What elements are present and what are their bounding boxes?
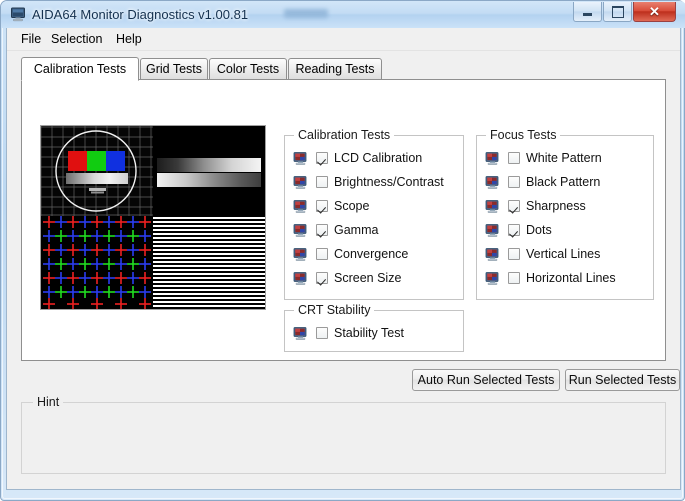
checkbox-sharpness[interactable] xyxy=(508,200,520,212)
menu-bar: File Selection Help xyxy=(7,28,680,51)
checkbox-label-vertical-lines: Vertical Lines xyxy=(526,247,601,261)
checkbox-label-white-pattern: White Pattern xyxy=(526,151,602,165)
minimize-button[interactable] xyxy=(573,2,602,22)
checkbox-row-sharpness[interactable]: Sharpness xyxy=(485,196,586,216)
tab-page-calibration-tests: Calibration Tests LCD Calibration Bright… xyxy=(21,79,666,361)
monitor-icon xyxy=(293,175,308,190)
checkbox-row-convergence[interactable]: Convergence xyxy=(293,244,408,264)
tab-grid-tests[interactable]: Grid Tests xyxy=(140,58,208,80)
close-button[interactable]: ✕ xyxy=(633,2,676,22)
monitor-icon xyxy=(293,223,308,238)
group-calibration-tests: Calibration Tests LCD Calibration Bright… xyxy=(284,128,464,300)
checkbox-gamma[interactable] xyxy=(316,224,328,236)
group-title-crt-stability: CRT Stability xyxy=(294,303,375,317)
monitor-icon xyxy=(485,175,500,190)
checkbox-scope[interactable] xyxy=(316,200,328,212)
group-title-hint: Hint xyxy=(33,395,64,409)
monitor-icon xyxy=(485,151,500,166)
checkbox-horizontal-lines[interactable] xyxy=(508,272,520,284)
menu-item-selection[interactable]: Selection xyxy=(45,31,108,47)
group-hint: Hint xyxy=(21,395,666,474)
run-selected-tests-button[interactable]: Run Selected Tests xyxy=(565,369,680,391)
checkbox-row-brightness-contrast[interactable]: Brightness/Contrast xyxy=(293,172,444,192)
monitor-icon xyxy=(10,6,26,22)
checkbox-row-screen-size[interactable]: Screen Size xyxy=(293,268,401,288)
tab-calibration-tests[interactable]: Calibration Tests xyxy=(21,57,139,81)
checkbox-row-vertical-lines[interactable]: Vertical Lines xyxy=(485,244,600,264)
application-window: AIDA64 Monitor Diagnostics v1.00.81 ✕ Fi… xyxy=(0,0,685,501)
checkbox-vertical-lines[interactable] xyxy=(508,248,520,260)
preview-quadrant-convergence xyxy=(41,216,153,309)
monitor-icon xyxy=(485,247,500,262)
checkbox-label-lcd-calibration: LCD Calibration xyxy=(334,151,423,165)
checkbox-label-gamma: Gamma xyxy=(334,223,379,237)
checkbox-row-stability-test[interactable]: Stability Test xyxy=(293,323,404,343)
monitor-icon xyxy=(293,326,308,341)
checkbox-label-sharpness: Sharpness xyxy=(526,199,586,213)
checkbox-row-white-pattern[interactable]: White Pattern xyxy=(485,148,602,168)
group-title-calibration-tests: Calibration Tests xyxy=(294,128,395,142)
menu-item-file[interactable]: File xyxy=(15,31,47,47)
checkbox-row-lcd-calibration[interactable]: LCD Calibration xyxy=(293,148,422,168)
checkbox-row-gamma[interactable]: Gamma xyxy=(293,220,378,240)
title-watermark xyxy=(284,9,328,18)
title-bar[interactable]: AIDA64 Monitor Diagnostics v1.00.81 ✕ xyxy=(1,1,685,28)
minimize-icon xyxy=(583,13,592,16)
monitor-icon xyxy=(485,223,500,238)
tab-color-tests[interactable]: Color Tests xyxy=(209,58,287,80)
monitor-icon xyxy=(485,271,500,286)
monitor-icon xyxy=(293,247,308,262)
monitor-icon xyxy=(293,151,308,166)
checkbox-convergence[interactable] xyxy=(316,248,328,260)
checkbox-label-convergence: Convergence xyxy=(334,247,409,261)
checkbox-label-brightness-contrast: Brightness/Contrast xyxy=(334,175,444,189)
checkbox-label-dots: Dots xyxy=(526,223,552,237)
checkbox-row-dots[interactable]: Dots xyxy=(485,220,552,240)
maximize-button[interactable] xyxy=(603,2,632,22)
checkbox-dots[interactable] xyxy=(508,224,520,236)
group-crt-stability: CRT Stability Stability Test xyxy=(284,303,464,352)
checkbox-label-horizontal-lines: Horizontal Lines xyxy=(526,271,616,285)
auto-run-selected-tests-button[interactable]: Auto Run Selected Tests xyxy=(412,369,560,391)
checkbox-label-black-pattern: Black Pattern xyxy=(526,175,601,189)
test-pattern-preview[interactable] xyxy=(40,125,266,310)
checkbox-brightness-contrast[interactable] xyxy=(316,176,328,188)
monitor-icon xyxy=(485,199,500,214)
checkbox-label-stability-test: Stability Test xyxy=(334,326,404,340)
preview-quadrant-horizontal-lines xyxy=(153,216,265,309)
checkbox-row-horizontal-lines[interactable]: Horizontal Lines xyxy=(485,268,616,288)
checkbox-row-black-pattern[interactable]: Black Pattern xyxy=(485,172,600,192)
close-icon: ✕ xyxy=(649,4,660,19)
client-area: File Selection Help Calibration Tests Gr… xyxy=(6,28,681,490)
monitor-icon xyxy=(293,271,308,286)
tab-reading-tests[interactable]: Reading Tests xyxy=(288,58,382,80)
checkbox-stability-test[interactable] xyxy=(316,327,328,339)
preview-quadrant-grayscale-bars xyxy=(153,126,265,216)
menu-item-help[interactable]: Help xyxy=(110,31,148,47)
checkbox-label-scope: Scope xyxy=(334,199,370,213)
window-title: AIDA64 Monitor Diagnostics v1.00.81 xyxy=(32,7,249,22)
checkbox-black-pattern[interactable] xyxy=(508,176,520,188)
checkbox-white-pattern[interactable] xyxy=(508,152,520,164)
group-title-focus-tests: Focus Tests xyxy=(486,128,561,142)
checkbox-lcd-calibration[interactable] xyxy=(316,152,328,164)
monitor-icon xyxy=(293,199,308,214)
checkbox-screen-size[interactable] xyxy=(316,272,328,284)
group-focus-tests: Focus Tests White Pattern Black Pattern … xyxy=(476,128,654,300)
preview-quadrant-grid-circle xyxy=(41,126,153,216)
checkbox-row-scope[interactable]: Scope xyxy=(293,196,369,216)
checkbox-label-screen-size: Screen Size xyxy=(334,271,402,285)
maximize-icon xyxy=(611,5,624,18)
